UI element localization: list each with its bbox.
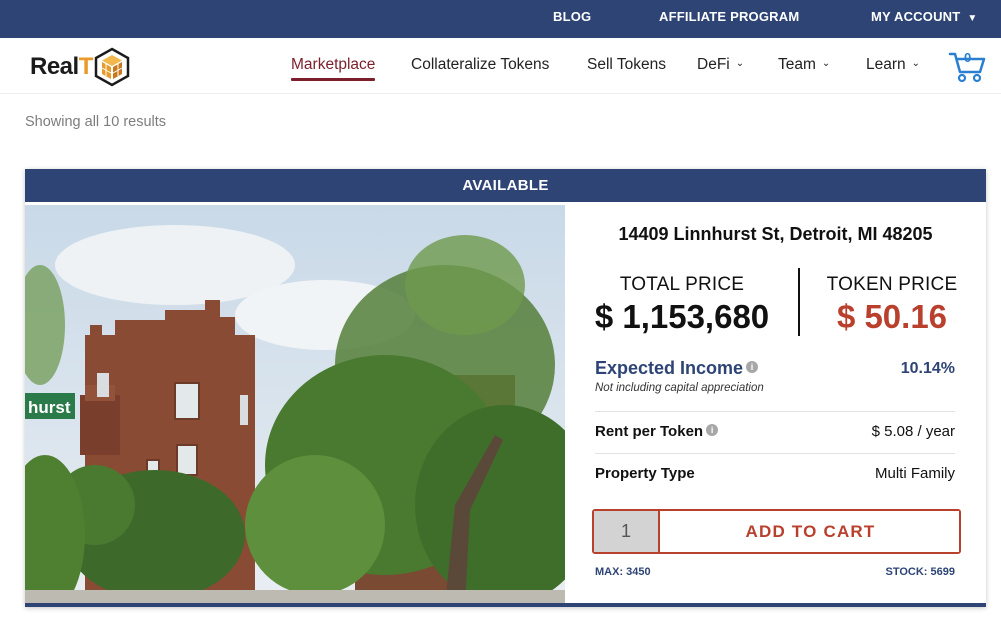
product-card: AVAILABLE hurst 14409 Linnhurst St, Detr… xyxy=(25,169,986,607)
nav-collateralize-tokens[interactable]: Collateralize Tokens xyxy=(411,38,549,92)
results-count: Showing all 10 results xyxy=(25,114,167,130)
property-type-value: Multi Family xyxy=(874,465,955,482)
logo-text: RealT xyxy=(30,53,93,80)
add-to-cart-group: 1 ADD TO CART xyxy=(592,509,961,554)
divider xyxy=(595,453,955,454)
cart-count-badge: 0 xyxy=(964,50,972,65)
my-account-label: MY ACCOUNT xyxy=(871,9,961,24)
info-icon[interactable]: i xyxy=(706,423,719,436)
realt-logo[interactable]: RealT xyxy=(30,46,130,88)
expected-income-label: Expected Income xyxy=(595,358,744,378)
top-utility-bar: BLOG AFFILIATE PROGRAM MY ACCOUNT ▼ xyxy=(0,0,1001,38)
info-icon[interactable]: i xyxy=(746,361,759,374)
chevron-down-icon: ⌄ xyxy=(911,58,921,69)
rent-per-token-row: Rent per Token i $ 5.08 / year xyxy=(595,423,955,441)
main-navigation: RealT Marketplace Collateralize Tokens S… xyxy=(0,38,1001,94)
quantity-input[interactable]: 1 xyxy=(594,511,660,552)
rent-per-token-label: Rent per Token xyxy=(595,423,704,440)
chevron-down-icon: ⌄ xyxy=(735,58,745,69)
cart-button[interactable]: 0 xyxy=(948,50,988,84)
divider xyxy=(595,411,955,412)
rent-per-token-value: $ 5.08 / year xyxy=(871,423,955,440)
token-price-value: $ 50.16 xyxy=(836,298,948,335)
nav-team[interactable]: Team ⌄ xyxy=(778,38,830,92)
logo-cube-icon xyxy=(94,47,130,87)
token-price-label: TOKEN PRICE xyxy=(826,274,958,295)
token-price-block: TOKEN PRICE $ 50.16 xyxy=(817,274,967,336)
property-type-row: Property Type Multi Family xyxy=(595,465,955,483)
nav-sell-tokens[interactable]: Sell Tokens xyxy=(587,38,666,92)
nav-learn[interactable]: Learn ⌄ xyxy=(866,38,920,92)
expected-income-value: 10.14% xyxy=(900,360,955,377)
active-underline xyxy=(291,78,376,81)
total-price-block: TOTAL PRICE $ 1,153,680 xyxy=(587,274,777,336)
add-to-cart-button[interactable]: ADD TO CART xyxy=(662,511,959,552)
property-info-panel: 14409 Linnhurst St, Detroit, MI 48205 TO… xyxy=(565,205,986,603)
affiliate-program-link[interactable]: AFFILIATE PROGRAM xyxy=(659,0,799,38)
chevron-down-icon: ▼ xyxy=(967,13,978,24)
availability-banner: AVAILABLE xyxy=(25,169,986,202)
chevron-down-icon: ⌄ xyxy=(821,58,831,69)
card-bottom-border xyxy=(25,603,986,607)
total-price-label: TOTAL PRICE xyxy=(619,274,745,295)
max-quantity: MAX: 3450 xyxy=(595,566,651,578)
property-address[interactable]: 14409 Linnhurst St, Detroit, MI 48205 xyxy=(565,224,986,245)
my-account-menu[interactable]: MY ACCOUNT ▼ xyxy=(871,0,978,38)
blog-link[interactable]: BLOG xyxy=(553,0,591,38)
expected-income-note: Not including capital appreciation xyxy=(595,382,764,394)
property-photo-image: hurst xyxy=(25,205,565,606)
property-type-label: Property Type xyxy=(595,465,695,482)
nav-defi[interactable]: DeFi ⌄ xyxy=(697,38,744,92)
stock-count: STOCK: 5699 xyxy=(885,566,956,578)
property-photo[interactable]: hurst xyxy=(25,205,565,606)
expected-income-row: Expected Income i Not including capital a… xyxy=(595,358,955,394)
total-price-value: $ 1,153,680 xyxy=(594,298,770,335)
price-divider xyxy=(798,268,800,336)
nav-marketplace[interactable]: Marketplace xyxy=(291,38,376,92)
street-sign-text: hurst xyxy=(28,398,71,417)
